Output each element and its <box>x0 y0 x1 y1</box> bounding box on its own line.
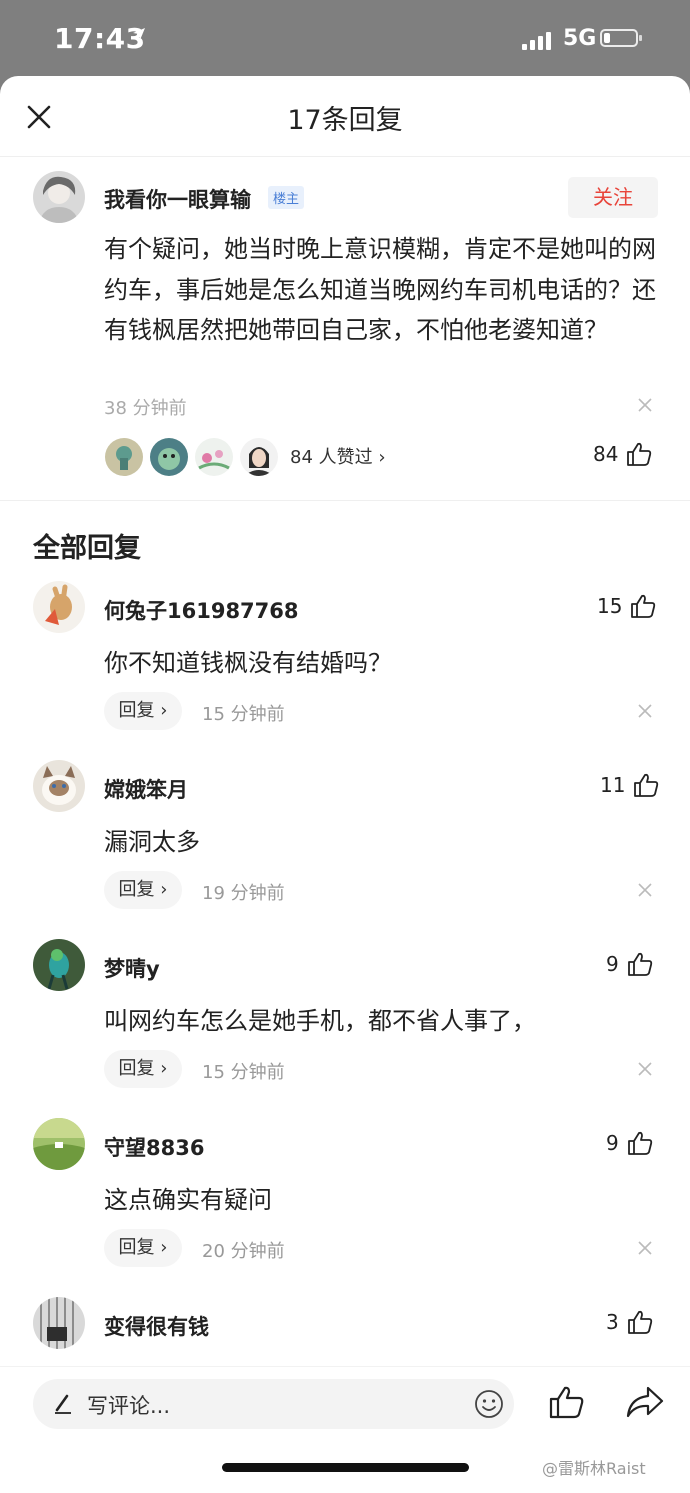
bottom-bar: 写评论... @雷斯林Raist <box>0 1366 690 1493</box>
thumbs-up-icon <box>627 1131 652 1155</box>
reply-text: 叫网约车怎么是她手机，都不省人事了， <box>104 1007 536 1035</box>
username[interactable]: 何兔子161987768 <box>104 595 299 625</box>
avatar[interactable] <box>33 1297 85 1349</box>
reply-time: 20 分钟前 <box>202 1241 285 1262</box>
reply-time: 15 分钟前 <box>202 704 285 725</box>
network-type: 5G <box>563 26 597 51</box>
username[interactable]: 梦晴y <box>104 953 160 983</box>
username[interactable]: 守望8836 <box>104 1132 204 1162</box>
chevron-right-icon: › <box>160 700 168 721</box>
reply-button[interactable]: 回复 › <box>104 1229 182 1267</box>
comment-input[interactable]: 写评论... <box>33 1379 514 1429</box>
avatar[interactable] <box>33 939 85 991</box>
chevron-right-icon: › <box>160 1058 168 1079</box>
comment-placeholder: 写评论... <box>87 1394 171 1418</box>
thumbs-up-icon <box>627 1310 652 1334</box>
dismiss-icon[interactable] <box>638 398 652 412</box>
post-time: 38 分钟前 <box>104 398 187 419</box>
like-button[interactable]: 3 <box>606 1309 653 1335</box>
reply-text: 漏洞太多 <box>104 828 200 856</box>
like-count: 9 <box>606 952 619 976</box>
chevron-right-icon: › <box>378 447 386 468</box>
dismiss-icon[interactable] <box>638 883 652 897</box>
avatar[interactable] <box>33 581 85 633</box>
reply-button-label: 回复 <box>118 700 155 721</box>
username[interactable]: 变得很有钱 <box>104 1311 209 1341</box>
post-text: 有个疑问，她当时晚上意识模糊，肯定不是她叫的网约车，事后她是怎么知道当晚网约车司… <box>104 235 656 344</box>
thumbs-up-icon <box>634 773 659 797</box>
dismiss-icon[interactable] <box>638 704 652 718</box>
share-icon[interactable] <box>626 1385 664 1419</box>
reply-time: 19 分钟前 <box>202 883 285 904</box>
like-button[interactable]: 15 <box>597 593 656 619</box>
reply-time: 15 分钟前 <box>202 1062 285 1083</box>
reply-button-label: 回复 <box>118 1058 155 1079</box>
liked-by-text: 84 人赞过 <box>290 447 373 468</box>
location-arrow-icon <box>133 28 145 40</box>
like-count: 15 <box>597 594 623 618</box>
like-count: 9 <box>606 1131 619 1155</box>
dismiss-icon[interactable] <box>638 1241 652 1255</box>
signal-icon <box>522 30 556 50</box>
like-button[interactable]: 9 <box>606 1130 653 1156</box>
username[interactable]: 嫦娥笨月 <box>104 774 188 804</box>
like-button[interactable]: 84 <box>593 441 652 467</box>
pen-icon <box>55 1394 71 1414</box>
status-bar: 17:43 5G <box>0 0 690 78</box>
thumbs-up-icon <box>627 952 652 976</box>
chevron-right-icon: › <box>160 879 168 900</box>
battery-level <box>604 33 610 43</box>
op-badge: 楼主 <box>268 186 305 209</box>
like-button[interactable]: 9 <box>606 951 653 977</box>
thumbs-up-icon <box>631 594 656 618</box>
reply-button[interactable]: 回复 › <box>104 692 182 730</box>
emoji-icon[interactable] <box>474 1389 504 1419</box>
section-title: 全部回复 <box>33 533 141 564</box>
like-button[interactable]: 11 <box>600 772 659 798</box>
liker-avatar <box>194 437 234 477</box>
reply-button[interactable]: 回复 › <box>104 1050 182 1088</box>
home-indicator <box>222 1463 469 1472</box>
avatar[interactable] <box>33 171 85 223</box>
reply-button-label: 回复 <box>118 879 155 900</box>
username[interactable]: 我看你一眼算输 <box>104 184 251 214</box>
avatar[interactable] <box>33 760 85 812</box>
like-count: 84 <box>593 442 619 466</box>
reply-button-label: 回复 <box>118 1237 155 1258</box>
liker-avatar <box>104 437 144 477</box>
liked-by-link[interactable]: 84 人赞过 › <box>290 443 386 469</box>
reply-text: 你不知道钱枫没有结婚吗？ <box>104 649 392 677</box>
like-count: 3 <box>606 1310 619 1334</box>
watermark: @雷斯林Raist <box>542 1459 646 1478</box>
dismiss-icon[interactable] <box>638 1062 652 1076</box>
like-count: 11 <box>600 773 626 797</box>
avatar[interactable] <box>33 1118 85 1170</box>
page-title: 17条回复 <box>287 105 403 136</box>
liker-avatar <box>149 437 189 477</box>
battery-icon <box>600 29 642 47</box>
comment-sheet: 17条回复 我看你一眼算输 楼主 关注 有个疑问，她当时晚上意识模糊，肯定不是她… <box>0 76 690 1493</box>
divider <box>0 500 690 501</box>
reply-button[interactable]: 回复 › <box>104 871 182 909</box>
liker-avatar <box>239 437 279 477</box>
follow-button[interactable]: 关注 <box>568 177 658 218</box>
reply-text: 这点确实有疑问 <box>104 1186 272 1214</box>
thumbs-up-icon <box>627 442 652 466</box>
sheet-header: 17条回复 <box>0 76 690 157</box>
thumbs-up-icon[interactable] <box>548 1384 584 1420</box>
chevron-right-icon: › <box>160 1237 168 1258</box>
